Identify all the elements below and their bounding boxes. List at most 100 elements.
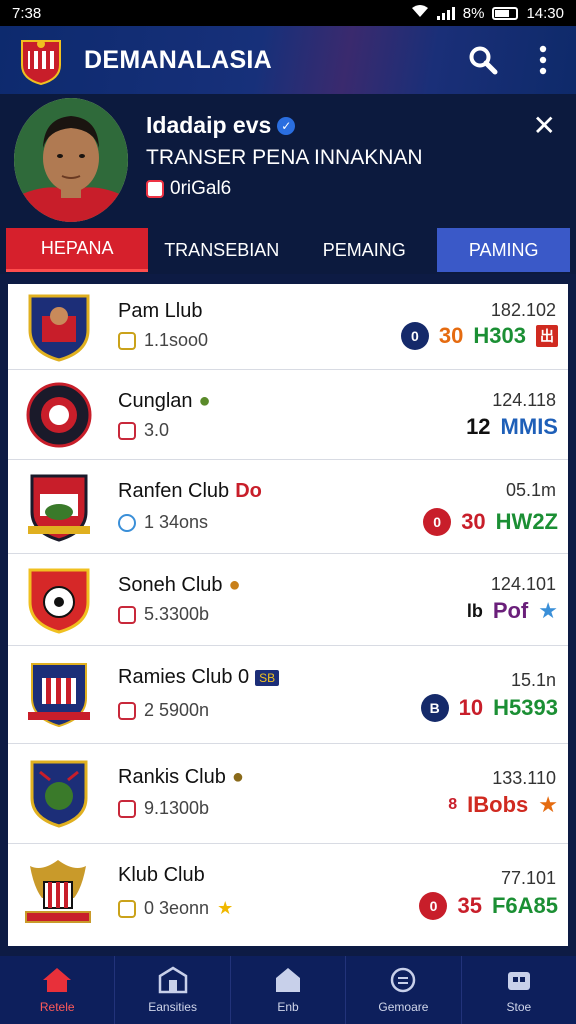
wifi-icon <box>411 4 429 22</box>
club-name-text: Cunglan <box>118 390 193 412</box>
club-subinfo: 0 3eonn ★ <box>118 898 233 919</box>
club-name: Cunglan ● <box>118 390 211 413</box>
club-subinfo-text: 2 5900n <box>144 700 210 720</box>
club-subinfo-text: 1 34ons <box>144 512 209 532</box>
house-icon <box>276 968 301 992</box>
battery-percent: 8% <box>462 4 485 22</box>
club-row[interactable]: Rankis Club ● 9.1300b 133.110 8 IBobs ★ <box>8 744 568 844</box>
medal-icon: ● <box>228 574 241 596</box>
club-name: Klub Club <box>118 864 205 886</box>
club-name-text: Soneh Club <box>118 574 223 596</box>
verified-icon: ✓ <box>277 116 296 135</box>
player-avatar[interactable] <box>14 98 128 222</box>
club-name: Rankis Club ● <box>118 766 244 789</box>
bottom-navigation: Retele Eansities Enb Gemoare Stoe <box>0 956 576 1024</box>
club-crest-icon <box>28 568 90 634</box>
close-icon[interactable]: ✕ <box>533 112 556 140</box>
tab-transebian[interactable]: TRANSEBIAN <box>152 228 291 272</box>
club-subinfo: 5.3300b <box>118 604 209 625</box>
medal-icon: ● <box>198 390 211 412</box>
club-crest-icon <box>26 382 92 448</box>
search-icon[interactable] <box>468 45 498 75</box>
tab-pemaing[interactable]: PEMAING <box>295 228 434 272</box>
club-number: 12 <box>466 414 491 439</box>
more-vert-icon[interactable] <box>538 45 548 75</box>
club-subinfo: 1 34ons <box>118 512 208 533</box>
tab-hepana[interactable]: HEPANA <box>6 228 149 272</box>
club-name-text: Ranfen Club <box>118 480 230 502</box>
player-subtitle: TRANSER PENA INNAKNAN <box>146 146 423 169</box>
tab-paming[interactable]: PAMING <box>437 228 571 272</box>
club-code: IBobs <box>467 792 529 817</box>
building-icon <box>158 966 187 994</box>
club-code: HW2Z <box>495 509 558 534</box>
signal-icon <box>436 6 455 20</box>
profile-banner: Idadaip evs ✓ TRANSER PENA INNAKNAN 0riG… <box>0 94 576 226</box>
nav-item-games[interactable]: Gemoare <box>346 956 462 1024</box>
club-code: H5393 <box>493 695 558 720</box>
nav-item-store[interactable]: Stoe <box>462 956 576 1024</box>
club-value: 124.118 <box>492 390 556 410</box>
club-number: 30 <box>438 323 464 348</box>
status-time: 7:38 <box>12 4 42 22</box>
club-name-text: Ramies Club 0 <box>118 666 250 688</box>
club-stats: 0 35 F6A85 <box>419 892 558 920</box>
club-row[interactable]: Ramies Club 0 SB 2 5900n 15.1n B 10 H539… <box>8 646 568 744</box>
club-crest-icon <box>25 860 91 923</box>
nav-label: Retele <box>39 1000 75 1014</box>
stadium-icon <box>118 899 136 918</box>
club-row[interactable]: Cunglan ● 3.0 124.118 12 MMIS <box>8 370 568 460</box>
status-icons: 8% 14:30 <box>411 4 564 22</box>
club-subinfo: 3.0 <box>118 420 169 441</box>
club-code-tail: 出 <box>536 325 558 347</box>
club-row[interactable]: Klub Club 0 3eonn ★ 77.101 0 35 F6A85 <box>8 844 568 946</box>
stadium-icon <box>118 701 136 720</box>
club-value: 124.101 <box>490 574 556 594</box>
club-number: lb <box>466 600 483 621</box>
nav-label: Enb <box>277 1000 299 1014</box>
stadium-icon <box>118 799 136 818</box>
club-crest-logo[interactable] <box>18 35 64 85</box>
club-subinfo: 9.1300b <box>118 798 209 819</box>
club-stats: 8 IBobs ★ <box>448 792 558 818</box>
app-title: DEMANALASIA <box>84 45 273 74</box>
home-icon <box>43 968 72 992</box>
club-value: 77.101 <box>500 868 556 888</box>
club-code: F6A85 <box>491 893 558 918</box>
club-subinfo-text: 0 3eonn <box>144 898 210 918</box>
rank-badge: 0 <box>423 508 452 536</box>
star-icon: ★ <box>538 792 558 817</box>
nav-item-favorites[interactable]: Eansities <box>115 956 231 1024</box>
rank-badge: 0 <box>400 322 429 350</box>
nav-label: Stoe <box>506 1000 532 1014</box>
star-icon: ★ <box>538 598 558 623</box>
club-subinfo: 1.1soo0 <box>118 330 208 351</box>
medal-icon: ● <box>231 766 244 788</box>
stadium-icon <box>118 421 136 440</box>
club-row[interactable]: Pam Llub 1.1soo0 182.102 0 30 H303 出 <box>8 284 568 370</box>
club-stats: 0 30 HW2Z <box>423 508 558 536</box>
player-meta-text: 0riGal6 <box>170 178 232 199</box>
nav-label: Eansities <box>148 1000 197 1014</box>
club-row[interactable]: Soneh Club ● 5.3300b 124.101 lb Pof ★ <box>8 554 568 646</box>
nav-item-home[interactable]: Retele <box>0 956 116 1024</box>
rank-badge: B <box>420 694 449 722</box>
club-stats: 12 MMIS <box>466 414 558 440</box>
battery-icon <box>492 6 519 20</box>
player-meta: 0riGal6 <box>146 178 231 200</box>
stadium-icon <box>118 331 136 350</box>
club-subinfo-text: 5.3300b <box>144 604 210 624</box>
player-name-text: Idadaip evs <box>146 112 272 138</box>
status-bar: 7:38 8% 14:30 <box>0 0 576 26</box>
trophy-icon <box>118 513 136 532</box>
club-code: Pof <box>492 598 529 623</box>
nav-item-club[interactable]: Enb <box>231 956 347 1024</box>
club-number: 10 <box>458 695 484 720</box>
club-number: 30 <box>461 509 486 534</box>
app-header: DEMANALASIA <box>0 26 576 94</box>
club-name-text: Rankis Club <box>118 766 226 788</box>
club-row[interactable]: Ranfen Club Do 1 34ons 05.1m 0 30 HW2Z <box>8 460 568 554</box>
club-name: Ramies Club 0 SB <box>118 666 280 689</box>
club-name: Pam Llub <box>118 300 203 322</box>
club-crest-icon <box>30 760 88 828</box>
